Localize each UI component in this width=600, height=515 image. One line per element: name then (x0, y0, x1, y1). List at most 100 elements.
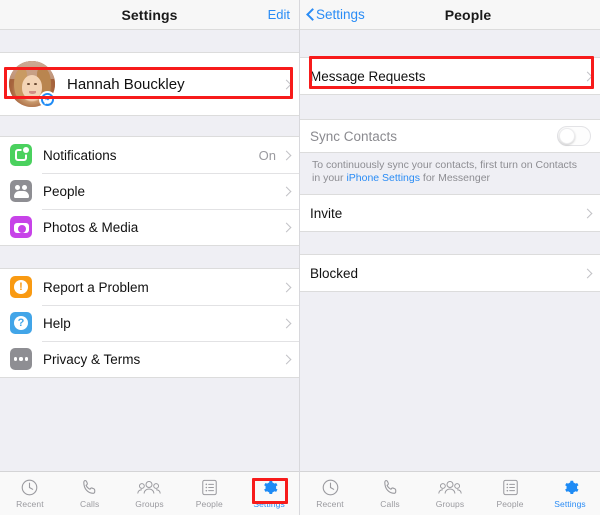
chevron-left-icon (306, 8, 314, 21)
right-navbar: Settings People (300, 0, 600, 30)
people-icon (10, 180, 32, 202)
chevron-right-icon (281, 222, 292, 232)
tab-label: Recent (16, 499, 44, 509)
settings-row-label: Photos & Media (43, 219, 139, 235)
back-button[interactable]: Settings (306, 7, 365, 22)
sync-contacts-note: To continuously sync your contacts, firs… (300, 153, 600, 194)
blocked-group: Blocked (300, 254, 600, 292)
row-label: Sync Contacts (310, 128, 398, 144)
tab-label: Groups (135, 499, 164, 509)
groups-icon (137, 478, 162, 497)
spacer-top (300, 30, 600, 57)
back-button-label: Settings (316, 7, 365, 22)
row-label: Blocked (310, 265, 359, 281)
tab-settings[interactable]: Settings (540, 472, 600, 515)
phone-icon (80, 478, 99, 497)
spacer-2 (0, 246, 299, 268)
dual-screenshot-container: Settings Edit Hannah Bouckley Notificati… (0, 0, 600, 515)
note-text-part2: for Messenger (420, 172, 491, 184)
row-sync-contacts[interactable]: Sync Contacts (300, 120, 600, 152)
settings-row-notifications[interactable]: Notifications On (0, 137, 299, 173)
spacer-1 (0, 116, 299, 136)
left-scroll-body: Hannah Bouckley Notifications On People … (0, 30, 299, 471)
spacer-1 (300, 95, 600, 119)
chevron-right-icon (281, 186, 292, 196)
settings-row-label: Help (43, 315, 71, 331)
sync-contacts-group: Sync Contacts (300, 119, 600, 153)
left-tabbar: Recent Calls Groups People Settings (0, 471, 299, 515)
avatar (9, 61, 56, 108)
chevron-right-icon (582, 71, 593, 81)
edit-button[interactable]: Edit (268, 7, 290, 22)
tab-people[interactable]: People (179, 472, 239, 515)
right-scroll-body: Message Requests Sync Contacts To contin… (300, 30, 600, 471)
chevron-right-icon (281, 282, 292, 292)
tab-label: Calls (380, 499, 400, 509)
tab-label: Settings (253, 499, 285, 509)
chevron-right-icon (281, 354, 292, 364)
list-icon (200, 478, 219, 497)
row-message-requests[interactable]: Message Requests (300, 58, 600, 94)
iphone-settings-link[interactable]: iPhone Settings (346, 172, 420, 184)
clock-icon (20, 478, 39, 497)
tab-calls[interactable]: Calls (360, 472, 420, 515)
left-phone-screen: Settings Edit Hannah Bouckley Notificati… (0, 0, 300, 515)
chevron-right-icon (281, 318, 292, 328)
gear-icon (260, 478, 279, 497)
settings-row-value: On (258, 147, 276, 163)
row-label: Message Requests (310, 68, 426, 84)
right-tabbar: Recent Calls Groups People Settings (300, 471, 600, 515)
row-invite[interactable]: Invite (300, 195, 600, 231)
toggle-knob (559, 128, 575, 144)
row-label: Invite (310, 205, 343, 221)
groups-icon (438, 478, 462, 497)
photos-media-icon (10, 216, 32, 238)
spacer-2 (300, 232, 600, 254)
chevron-right-icon (281, 79, 292, 89)
tab-label: People (496, 499, 524, 509)
settings-group-two: ! Report a Problem ? Help Privacy & Term… (0, 268, 299, 378)
report-problem-icon: ! (10, 276, 32, 298)
settings-row-people[interactable]: People (0, 173, 299, 209)
message-requests-group: Message Requests (300, 57, 600, 95)
sync-contacts-toggle[interactable] (557, 126, 591, 146)
settings-row-label: Notifications (43, 147, 117, 163)
settings-row-label: People (43, 183, 86, 199)
tab-groups[interactable]: Groups (420, 472, 480, 515)
settings-group-one: Notifications On People Photos & Media (0, 136, 299, 246)
right-phone-screen: Settings People Message Requests Sync Co… (300, 0, 600, 515)
settings-row-report-problem[interactable]: ! Report a Problem (0, 269, 299, 305)
tab-label: Settings (554, 499, 586, 509)
tab-recent[interactable]: Recent (0, 472, 60, 515)
profile-name: Hannah Bouckley (67, 75, 185, 93)
left-navbar: Settings Edit (0, 0, 299, 30)
messenger-badge-icon (39, 91, 56, 108)
settings-row-help[interactable]: ? Help (0, 305, 299, 341)
tab-people[interactable]: People (480, 472, 540, 515)
phone-icon (381, 478, 400, 497)
row-blocked[interactable]: Blocked (300, 255, 600, 291)
settings-row-label: Privacy & Terms (43, 351, 141, 367)
tab-label: People (195, 499, 223, 509)
profile-row[interactable]: Hannah Bouckley (0, 53, 299, 115)
clock-icon (321, 478, 340, 497)
tab-calls[interactable]: Calls (60, 472, 120, 515)
settings-row-privacy-terms[interactable]: Privacy & Terms (0, 341, 299, 377)
list-icon (501, 478, 520, 497)
tab-recent[interactable]: Recent (300, 472, 360, 515)
spacer-top (0, 30, 299, 52)
chevron-right-icon (582, 268, 593, 278)
tab-groups[interactable]: Groups (120, 472, 180, 515)
tab-label: Groups (435, 499, 465, 509)
privacy-terms-icon (10, 348, 32, 370)
settings-row-photos-media[interactable]: Photos & Media (0, 209, 299, 245)
tab-label: Calls (79, 499, 100, 509)
tab-label: Recent (316, 499, 344, 509)
tab-settings[interactable]: Settings (239, 472, 299, 515)
invite-group: Invite (300, 194, 600, 232)
settings-row-label: Report a Problem (43, 279, 149, 295)
notifications-icon (10, 144, 32, 166)
chevron-right-icon (582, 208, 593, 218)
help-icon: ? (10, 312, 32, 334)
page-title: Settings (121, 6, 178, 23)
